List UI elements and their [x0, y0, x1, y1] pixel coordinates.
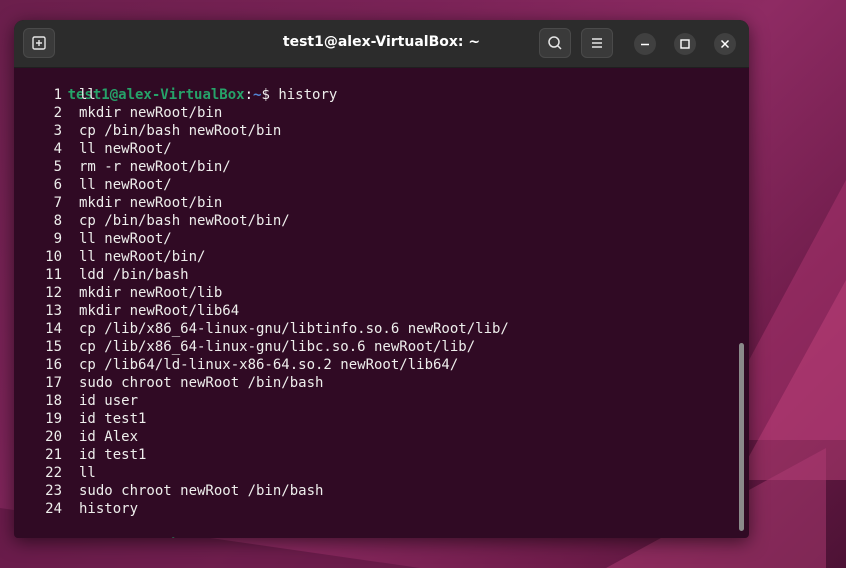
- history-entry: 17 sudo chroot newRoot /bin/bash: [17, 374, 323, 392]
- prompt-dollar: $: [261, 537, 278, 538]
- history-number: 15: [45, 339, 62, 355]
- history-number: 2: [53, 105, 62, 121]
- history-command: ll newRoot/: [79, 141, 172, 157]
- close-button[interactable]: [714, 33, 736, 55]
- history-command: ll newRoot/: [79, 177, 172, 193]
- history-entry: 21 id test1: [17, 446, 146, 464]
- history-number: 22: [45, 465, 62, 481]
- history-number: 14: [45, 321, 62, 337]
- history-command: sudo chroot newRoot /bin/bash: [79, 375, 324, 391]
- maximize-icon: [674, 33, 696, 55]
- history-command: id Alex: [79, 429, 139, 445]
- history-command: ll: [79, 87, 96, 103]
- history-number: 11: [45, 267, 62, 283]
- minimize-button[interactable]: [634, 33, 656, 55]
- history-entry: 7 mkdir newRoot/bin: [17, 194, 223, 212]
- prompt-command: history: [278, 87, 338, 103]
- history-entry: 4 ll newRoot/: [17, 140, 172, 158]
- history-number: 19: [45, 411, 62, 427]
- history-entry: 3 cp /bin/bash newRoot/bin: [17, 122, 282, 140]
- prompt-colon: :: [244, 87, 254, 103]
- history-number: 3: [53, 123, 62, 139]
- history-entry: 18 id user: [17, 392, 138, 410]
- history-entry: 10 ll newRoot/bin/: [17, 248, 205, 266]
- prompt-line: test1@alex-VirtualBox:~$ history: [17, 68, 338, 103]
- history-command: mkdir newRoot/bin: [79, 195, 223, 211]
- history-number: 18: [45, 393, 62, 409]
- history-entry: 11 ldd /bin/bash: [17, 266, 189, 284]
- prompt-user-host: test1@alex-VirtualBox: [68, 537, 245, 538]
- hamburger-menu-icon: [582, 29, 612, 57]
- history-entry: 5 rm -r newRoot/bin/: [17, 158, 231, 176]
- terminal-window: test1@alex-VirtualBox: ~ test1@alex-Virt…: [14, 20, 749, 538]
- terminal-output[interactable]: test1@alex-VirtualBox:~$ history 1 ll 2 mkd…: [14, 68, 749, 538]
- scrollbar[interactable]: [739, 343, 744, 531]
- close-icon: [714, 33, 736, 55]
- menu-button[interactable]: [581, 28, 613, 58]
- history-command: cp /lib/x86_64-linux-gnu/libc.so.6 newRo…: [79, 339, 476, 355]
- history-command: id test1: [79, 411, 147, 427]
- history-number: 17: [45, 375, 62, 391]
- history-entry: 6 ll newRoot/: [17, 176, 172, 194]
- history-entry: 13 mkdir newRoot/lib64: [17, 302, 239, 320]
- history-entry: 14 cp /lib/x86_64-linux-gnu/libtinfo.so.6…: [17, 320, 509, 338]
- history-entry: 23 sudo chroot newRoot /bin/bash: [17, 482, 323, 500]
- history-command: ll newRoot/: [79, 231, 172, 247]
- history-entry: 8 cp /bin/bash newRoot/bin/: [17, 212, 290, 230]
- search-button[interactable]: [539, 28, 571, 58]
- history-entry: 20 id Alex: [17, 428, 138, 446]
- history-command: id test1: [79, 447, 147, 463]
- history-number: 23: [45, 483, 62, 499]
- history-number: 20: [45, 429, 62, 445]
- history-command: cp /bin/bash newRoot/bin/: [79, 213, 290, 229]
- history-entry: 22 ll: [17, 464, 96, 482]
- history-command: cp /lib64/ld-linux-x86-64.so.2 newRoot/l…: [79, 357, 459, 373]
- history-command: mkdir newRoot/lib64: [79, 303, 240, 319]
- history-number: 12: [45, 285, 62, 301]
- history-number: 7: [53, 195, 62, 211]
- history-command: cp /lib/x86_64-linux-gnu/libtinfo.so.6 n…: [79, 321, 509, 337]
- history-command: id user: [79, 393, 139, 409]
- search-icon: [540, 29, 570, 57]
- history-command: ll newRoot/bin/: [79, 249, 206, 265]
- history-entry: 24 history: [17, 500, 138, 518]
- prompt-line-current[interactable]: test1@alex-VirtualBox:~$: [17, 518, 278, 538]
- history-command: mkdir newRoot/bin: [79, 105, 223, 121]
- history-command: ldd /bin/bash: [79, 267, 189, 283]
- history-number: 5: [53, 159, 62, 175]
- history-number: 6: [53, 177, 62, 193]
- prompt-dollar: $: [261, 87, 279, 103]
- history-number: 9: [53, 231, 62, 247]
- history-number: 8: [53, 213, 62, 229]
- history-command: ll: [79, 465, 96, 481]
- history-command: mkdir newRoot/lib: [79, 285, 223, 301]
- maximize-button[interactable]: [674, 33, 696, 55]
- history-number: 13: [45, 303, 62, 319]
- title-bar[interactable]: test1@alex-VirtualBox: ~: [14, 20, 749, 68]
- history-number: 21: [45, 447, 62, 463]
- prompt-colon: :: [245, 537, 253, 538]
- history-entry: 2 mkdir newRoot/bin: [17, 104, 223, 122]
- history-entry: 15 cp /lib/x86_64-linux-gnu/libc.so.6 new…: [17, 338, 475, 356]
- history-command: rm -r newRoot/bin/: [79, 159, 231, 175]
- history-number: 24: [45, 501, 62, 517]
- history-command: sudo chroot newRoot /bin/bash: [79, 483, 324, 499]
- history-number: 4: [53, 141, 62, 157]
- history-entry: 16 cp /lib64/ld-linux-x86-64.so.2 newRoot…: [17, 356, 458, 374]
- history-number: 10: [45, 249, 62, 265]
- history-command: cp /bin/bash newRoot/bin: [79, 123, 282, 139]
- history-number: 1: [53, 87, 62, 103]
- history-entry: 12 mkdir newRoot/lib: [17, 284, 222, 302]
- history-number: 16: [45, 357, 62, 373]
- history-entry: 1 ll: [17, 86, 96, 104]
- minimize-icon: [634, 33, 656, 55]
- history-entry: 9 ll newRoot/: [17, 230, 172, 248]
- history-command: history: [79, 501, 139, 517]
- history-entry: 19 id test1: [17, 410, 146, 428]
